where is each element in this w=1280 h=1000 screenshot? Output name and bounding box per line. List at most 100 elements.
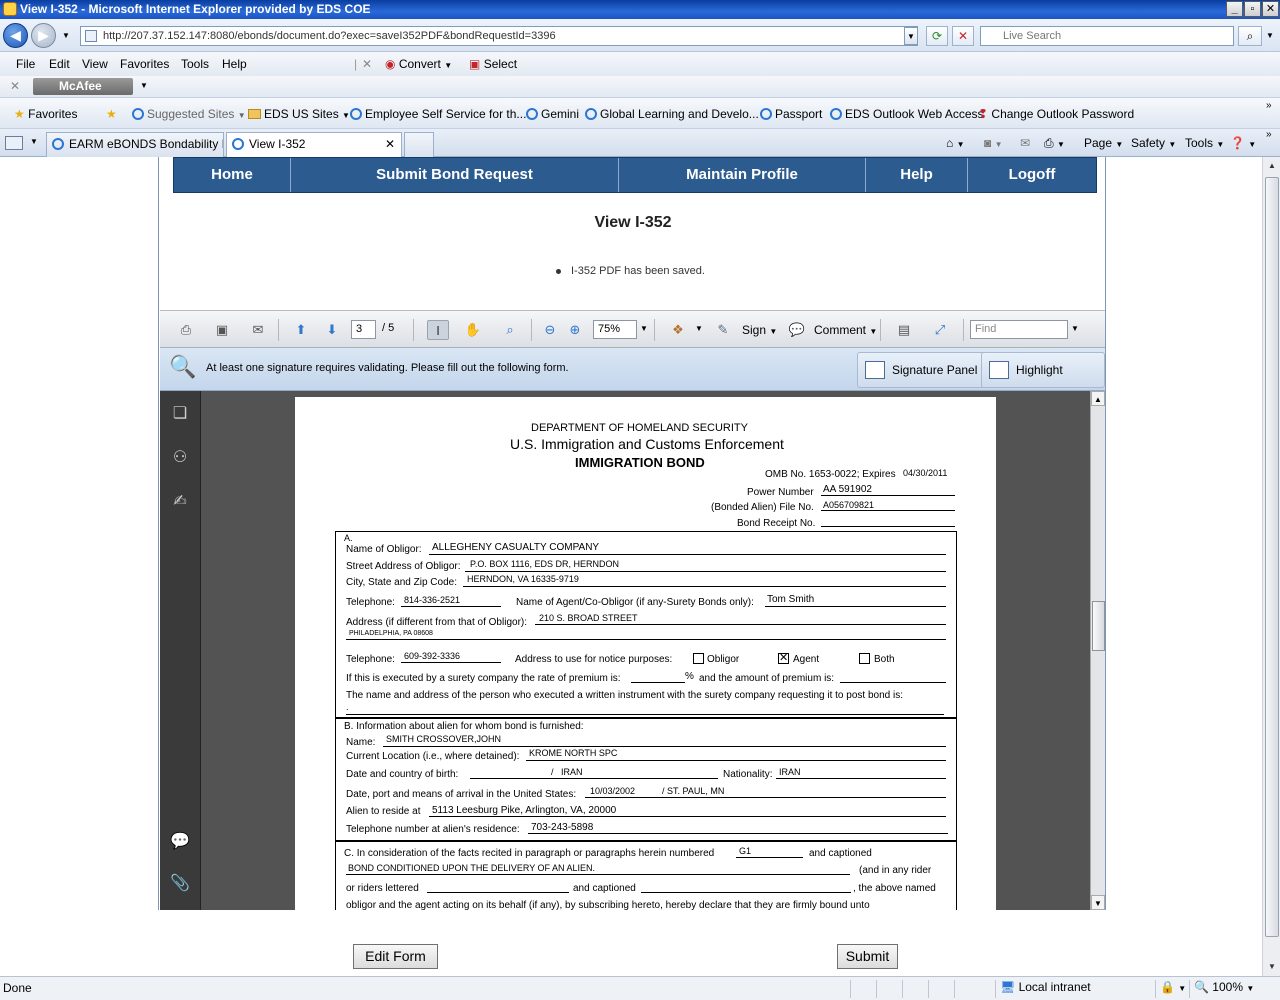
menu-tools[interactable]: Tools (181, 57, 209, 71)
location-field[interactable]: KROME NORTH SPC (529, 748, 617, 758)
history-dropdown[interactable]: ▼ (59, 27, 73, 45)
sign-button[interactable]: Sign ▼ (742, 323, 777, 337)
scroll-up-arrow[interactable]: ▲ (1265, 159, 1279, 173)
home-icon[interactable]: ⌂ ▼ (946, 136, 965, 150)
riders-lettered-field[interactable] (427, 892, 569, 893)
back-button[interactable]: ◀ (3, 23, 28, 48)
save-icon[interactable]: ▣ (211, 320, 233, 340)
favorites-button[interactable]: ★ Favorites (14, 107, 77, 121)
pdf-scroll-thumb[interactable] (1092, 601, 1105, 651)
page-scrollbar[interactable]: ▲ ▼ (1262, 157, 1280, 976)
agent-address-field[interactable]: 210 S. BROAD STREET (539, 613, 638, 623)
fit-width-icon[interactable]: ▤ (893, 320, 915, 340)
agent-phone-field[interactable]: 609-392-3336 (404, 651, 460, 661)
signatures-icon[interactable]: ✍ (169, 491, 191, 513)
fav-outlook-web-access[interactable]: EDS Outlook Web Access (830, 107, 984, 121)
close-window-button[interactable]: ✕ (1262, 1, 1279, 17)
comment-button[interactable]: Comment ▼ (814, 323, 877, 337)
menu-favorites[interactable]: Favorites (120, 57, 169, 71)
scroll-down-arrow[interactable]: ▼ (1091, 895, 1105, 910)
fav-passport[interactable]: Passport (760, 107, 822, 121)
residence-phone-field[interactable]: 703-243-5898 (531, 822, 593, 833)
find-dropdown[interactable]: ▼ (1071, 324, 1079, 333)
paperclip-icon[interactable]: 📎 (169, 873, 191, 895)
agent-field[interactable]: Tom Smith (767, 594, 814, 605)
more-commands-chevron[interactable]: » (1266, 129, 1272, 140)
new-tab-button[interactable] (404, 132, 434, 157)
find-input[interactable]: Find (970, 320, 1068, 339)
scroll-down-arrow[interactable]: ▼ (1265, 960, 1279, 974)
agent-checkbox[interactable]: ✕ (778, 653, 789, 664)
fav-employee-self-service[interactable]: Employee Self Service for th... (350, 107, 526, 121)
bond-receipt-field[interactable] (821, 526, 955, 527)
fav-change-outlook-password[interactable]: ❢ Change Outlook Password (978, 107, 1134, 121)
read-mail-icon[interactable]: ✉ (1020, 136, 1030, 150)
alien-name-field[interactable]: SMITH CROSSOVER,JOHN (386, 734, 501, 744)
comments-icon[interactable]: 💬 (169, 831, 191, 853)
agent-city-field[interactable]: PHILADELPHIA, PA 08608 (349, 630, 433, 637)
street-field[interactable]: P.O. BOX 1116, EDS DR, HERNDON (470, 559, 619, 569)
fav-eds-us-sites[interactable]: EDS US Sites ▼ (248, 107, 350, 121)
quick-tabs-icon[interactable] (5, 136, 23, 150)
arrival-date-field[interactable]: 10/03/2002 (590, 786, 635, 796)
close-tab-icon[interactable]: ✕ (385, 133, 395, 155)
scroll-up-arrow[interactable]: ▲ (1091, 391, 1105, 406)
obligor-checkbox[interactable] (693, 653, 704, 664)
executed-by-field[interactable]: . (346, 702, 349, 712)
submit-button[interactable]: Submit (837, 944, 898, 969)
nav-maintain-profile[interactable]: Maintain Profile (619, 158, 866, 192)
select-tool-icon[interactable]: I (427, 320, 449, 340)
url-input[interactable]: http://207.37.152.147:8080/ebonds/docume… (80, 26, 918, 46)
search-icon[interactable]: ⌕ (1238, 26, 1262, 46)
premium-rate-field[interactable] (631, 682, 685, 683)
condition-field[interactable]: BOND CONDITIONED UPON THE DELIVERY OF AN… (348, 863, 595, 873)
fav-suggested-sites[interactable]: Suggested Sites ▼ (132, 107, 246, 121)
tab-view-i352[interactable]: View I-352 ✕ (226, 132, 402, 157)
print-icon[interactable]: ⎙ ▼ (1044, 136, 1065, 151)
nav-home[interactable]: Home (174, 158, 291, 192)
menu-edit[interactable]: Edit (49, 57, 70, 71)
security-zone[interactable]: 🖥 Local intranet (995, 980, 1155, 998)
email-icon[interactable]: ✉ (247, 320, 269, 340)
obligor-field[interactable]: ALLEGHENY CASUALTY COMPANY (432, 542, 599, 553)
select-button[interactable]: ▣ Select (469, 57, 517, 71)
help-icon[interactable]: ❓ ▼ (1230, 136, 1256, 150)
hand-tool-icon[interactable]: ✋ (462, 320, 484, 340)
city-field[interactable]: HERNDON, VA 16335-9719 (467, 574, 579, 584)
file-no-field[interactable]: A056709821 (823, 500, 874, 510)
nav-help[interactable]: Help (866, 158, 968, 192)
fav-gemini[interactable]: Gemini (526, 107, 579, 121)
phone-field[interactable]: 814-336-2521 (404, 595, 460, 605)
previous-page-icon[interactable]: ⬆ (290, 320, 312, 340)
zoom-dropdown[interactable]: ▼ (640, 324, 648, 333)
mcafee-button[interactable]: McAfee (33, 78, 133, 95)
arrival-port-field[interactable]: / ST. PAUL, MN (662, 786, 724, 796)
menu-help[interactable]: Help (222, 57, 247, 71)
safety-menu[interactable]: Safety ▼ (1131, 136, 1176, 150)
collaborate-icon[interactable]: ❖ (667, 320, 689, 340)
print-icon[interactable]: ⎙ (175, 320, 197, 340)
zoom-control[interactable]: 🔍 100% ▼ (1189, 980, 1259, 998)
nationality-field[interactable]: IRAN (779, 767, 801, 777)
marquee-zoom-icon[interactable]: ⌕ (499, 320, 521, 340)
maximize-button[interactable]: ▫ (1244, 1, 1261, 17)
pdf-document-area[interactable]: DEPARTMENT OF HOMELAND SECURITY U.S. Imm… (201, 391, 1090, 910)
riders-captioned-field[interactable] (641, 892, 851, 893)
close-mcafee-icon[interactable]: ✕ (10, 79, 20, 93)
pdf-scrollbar[interactable]: ▲ ▼ (1090, 391, 1105, 910)
convert-button[interactable]: ◉ Convert ▼ (385, 57, 452, 71)
feeds-icon[interactable]: ◙ ▼ (984, 136, 1003, 150)
live-search-input[interactable]: Live Search (980, 26, 1234, 46)
edit-form-button[interactable]: Edit Form (353, 944, 438, 969)
add-favorite-icon[interactable]: ★ (106, 107, 117, 121)
more-favorites-chevron[interactable]: » (1266, 100, 1272, 111)
zoom-level-input[interactable]: 75% (593, 320, 637, 339)
full-screen-icon[interactable]: ⤢ (929, 320, 951, 340)
signature-panel-button[interactable]: Signature Panel (857, 352, 987, 388)
collaborate-dropdown[interactable]: ▼ (695, 324, 703, 333)
nav-logoff[interactable]: Logoff (968, 158, 1096, 192)
zoom-out-icon[interactable]: ⊖ (539, 320, 561, 340)
forward-button[interactable]: ▶ (31, 23, 56, 48)
fav-global-learning[interactable]: Global Learning and Develo... (585, 107, 759, 121)
both-checkbox[interactable] (859, 653, 870, 664)
